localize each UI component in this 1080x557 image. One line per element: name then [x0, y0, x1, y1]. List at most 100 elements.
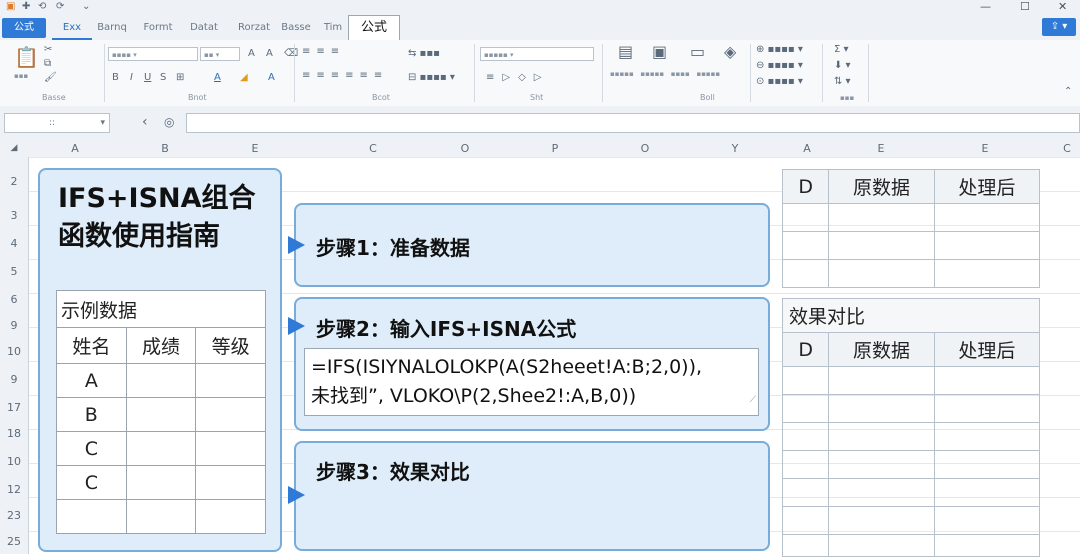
- format-painter-icon[interactable]: 🖌: [44, 72, 57, 84]
- table-cell[interactable]: [781, 478, 830, 507]
- row-header[interactable]: 25: [0, 535, 28, 548]
- cell-name[interactable]: A: [56, 363, 127, 398]
- column-header[interactable]: O: [610, 140, 680, 157]
- fill-icon[interactable]: ⬇ ▾: [834, 60, 851, 72]
- format-cells-icon[interactable]: ⊙ ▪▪▪▪ ▾: [756, 76, 803, 88]
- row-header[interactable]: 9: [0, 319, 28, 332]
- tab-formulas[interactable]: 公式: [348, 15, 400, 40]
- table-cell[interactable]: [933, 231, 1041, 260]
- tab-file[interactable]: 公式: [2, 18, 46, 38]
- table-cell[interactable]: [781, 231, 830, 260]
- share-button[interactable]: ⇪ ▾: [1042, 18, 1076, 36]
- table-cell[interactable]: [781, 450, 830, 479]
- name-box[interactable]: :: ▾: [4, 113, 110, 133]
- row-header[interactable]: 10: [0, 345, 28, 358]
- table-cell[interactable]: [828, 478, 935, 507]
- cell-score[interactable]: [125, 499, 197, 534]
- table-cell[interactable]: [828, 394, 935, 423]
- row-header[interactable]: 18: [0, 427, 28, 440]
- cell-grade[interactable]: [195, 431, 266, 466]
- border-icon[interactable]: ⊞: [176, 72, 184, 84]
- table-cell[interactable]: [828, 231, 935, 260]
- row-header[interactable]: 12: [0, 483, 28, 496]
- align-text-icons[interactable]: ≡≡≡≡≡≡: [302, 70, 388, 82]
- cell-name[interactable]: B: [56, 397, 127, 432]
- merge-icon[interactable]: ⊟ ▪▪▪▪ ▾: [408, 72, 455, 84]
- column-header[interactable]: C: [1054, 140, 1080, 157]
- row-header[interactable]: 4: [0, 237, 28, 250]
- column-header[interactable]: E: [220, 140, 290, 157]
- tab-time[interactable]: Tim: [320, 18, 346, 38]
- conditional-format-icon[interactable]: ▤: [618, 44, 633, 60]
- table-cell[interactable]: [828, 422, 935, 451]
- font-family-select[interactable]: ▪▪▪▪ ▾: [108, 47, 198, 61]
- copy-icon[interactable]: ⧉: [44, 58, 51, 70]
- column-header[interactable]: Y: [700, 140, 770, 157]
- formula-textbox[interactable]: =IFS(ISIYNALOLOKP(A(S2heeet!A:B;2,0)), 未…: [304, 348, 759, 416]
- table-cell[interactable]: [828, 506, 935, 535]
- collapse-ribbon-icon[interactable]: ⌃: [1064, 86, 1072, 98]
- maximize-icon[interactable]: ☐: [1020, 0, 1030, 13]
- redo-icon[interactable]: ⟳: [56, 1, 64, 12]
- table-cell[interactable]: [828, 203, 935, 232]
- find-icon[interactable]: ◈: [724, 44, 736, 60]
- number-format-select[interactable]: ▪▪▪▪▪ ▾: [480, 47, 594, 61]
- table-cell[interactable]: [933, 422, 1041, 451]
- cell-grade[interactable]: [195, 363, 266, 398]
- number-format-icons[interactable]: ≡▷◇▷: [486, 72, 549, 84]
- column-header[interactable]: O: [430, 140, 500, 157]
- undo-icon[interactable]: ⟲: [38, 1, 46, 12]
- cell-styles-icon[interactable]: ▭: [690, 44, 705, 60]
- table-format-icon[interactable]: ▣: [652, 44, 667, 60]
- table-cell[interactable]: [828, 366, 935, 395]
- select-all-icon[interactable]: ◢: [0, 140, 28, 157]
- sort-icon[interactable]: ⇅ ▾: [834, 76, 851, 88]
- table-cell[interactable]: [781, 506, 830, 535]
- cut-icon[interactable]: ✂: [44, 44, 52, 56]
- table-cell[interactable]: [933, 203, 1041, 232]
- grow-font-icon[interactable]: A: [248, 48, 255, 60]
- cell-name[interactable]: C: [56, 431, 127, 466]
- tab-view[interactable]: Basse: [278, 18, 314, 38]
- delete-cells-icon[interactable]: ⊖ ▪▪▪▪ ▾: [756, 60, 803, 72]
- row-header[interactable]: 9: [0, 373, 28, 386]
- column-header[interactable]: A: [40, 140, 110, 157]
- tab-data[interactable]: Datat: [184, 18, 224, 38]
- fill-color-icon[interactable]: ◢: [240, 72, 248, 84]
- cell-score[interactable]: [125, 397, 197, 432]
- column-header[interactable]: E: [950, 140, 1020, 157]
- minimize-icon[interactable]: —: [980, 0, 991, 13]
- shrink-font-icon[interactable]: A: [266, 48, 273, 60]
- strikethrough-icon[interactable]: S: [160, 72, 166, 84]
- column-header[interactable]: C: [338, 140, 408, 157]
- tab-format[interactable]: Formt: [138, 18, 178, 38]
- column-header[interactable]: P: [520, 140, 590, 157]
- table-cell[interactable]: [933, 366, 1041, 395]
- row-header[interactable]: 23: [0, 509, 28, 522]
- table-cell[interactable]: [781, 534, 830, 557]
- table-cell[interactable]: [828, 450, 935, 479]
- wrap-text-icon[interactable]: ⇆ ▪▪▪: [408, 48, 440, 60]
- align-top-icons[interactable]: ≡≡≡: [302, 46, 345, 58]
- table-cell[interactable]: [828, 534, 935, 557]
- cell-score[interactable]: [125, 465, 197, 500]
- table-cell[interactable]: [781, 366, 830, 395]
- bold-icon[interactable]: B: [112, 72, 119, 84]
- cell-grade[interactable]: [195, 499, 266, 534]
- resize-handle-icon[interactable]: ⟋: [750, 386, 756, 415]
- table-cell[interactable]: [933, 478, 1041, 507]
- table-cell[interactable]: [933, 259, 1041, 288]
- close-icon[interactable]: ✕: [1058, 0, 1067, 13]
- row-header[interactable]: 3: [0, 209, 28, 222]
- column-header[interactable]: E: [846, 140, 916, 157]
- sum-icon[interactable]: Σ ▾: [834, 44, 849, 56]
- tab-insert[interactable]: Barnq: [92, 18, 132, 38]
- customize-icon[interactable]: ⌄: [82, 1, 90, 12]
- row-header[interactable]: 6: [0, 293, 28, 306]
- cell-grade[interactable]: [195, 397, 266, 432]
- tab-home[interactable]: Exx: [52, 18, 92, 40]
- table-cell[interactable]: [933, 534, 1041, 557]
- row-header[interactable]: 5: [0, 265, 28, 278]
- cell-score[interactable]: [125, 431, 197, 466]
- save-icon[interactable]: ✚: [22, 1, 30, 12]
